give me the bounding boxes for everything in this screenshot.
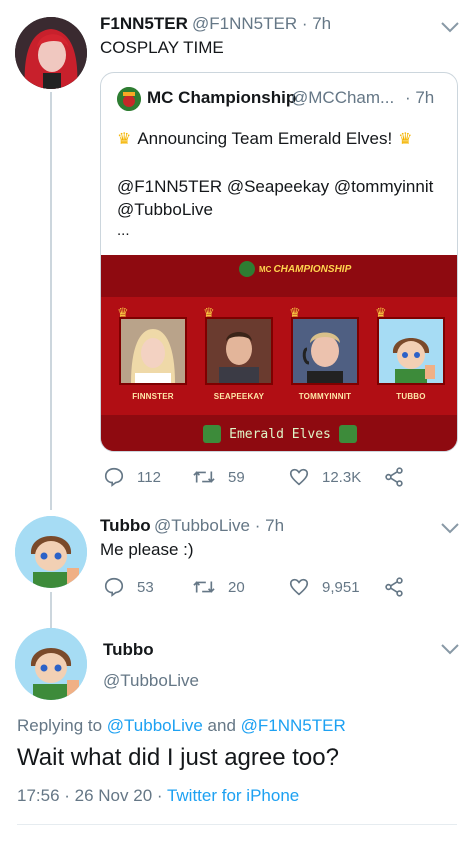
reply-icon — [104, 467, 124, 487]
tweet1-time[interactable]: · 7h — [302, 14, 331, 33]
player-photo-tubbo — [377, 317, 445, 385]
tweet3-timestamp[interactable]: 17:56 · 26 Nov 20 · — [17, 786, 163, 805]
chevron-down-icon[interactable] — [440, 521, 460, 535]
replying-and: and — [207, 716, 236, 735]
mcc-logo-small: MC — [259, 264, 272, 274]
team-name: Emerald Elves — [229, 426, 331, 442]
avatar-image — [15, 628, 87, 700]
tweet2-handle-text[interactable]: @TubboLive — [154, 516, 250, 535]
tweet2-author-name[interactable]: Tubbo — [100, 516, 151, 536]
player-label-seapeekay: SEAPEEKAY — [213, 392, 265, 401]
retweet-icon — [193, 581, 215, 593]
crown-icon: ♛ — [117, 131, 132, 148]
reply-mention-tubbolive[interactable]: @TubboLive — [107, 716, 203, 735]
player-label-finnster: FINNSTER — [132, 392, 174, 401]
mcc-banner-logo-icon — [239, 261, 255, 277]
tweet3-meta: 17:56 · 26 Nov 20 · Twitter for iPhone — [17, 786, 299, 806]
team-name-strip: Emerald Elves — [101, 415, 457, 451]
quote-line1-text: Announcing Team Emerald Elves! — [137, 129, 393, 148]
thread-line — [50, 592, 52, 628]
heart-icon — [289, 468, 309, 486]
retweet-count: 59 — [228, 468, 245, 486]
avatar-tubbo[interactable] — [15, 628, 87, 700]
retweet-button[interactable]: 59 — [192, 466, 245, 488]
reply-icon — [104, 577, 124, 597]
quote-avatar — [117, 87, 141, 111]
reply-count: 112 — [137, 468, 161, 486]
like-count: 12.3K — [322, 468, 362, 486]
elf-head-icon — [203, 425, 222, 443]
reply-mention-f1nn5ter[interactable]: @F1NN5TER — [241, 716, 346, 735]
like-button[interactable]: 9,951 — [288, 576, 360, 598]
share-icon[interactable] — [383, 466, 405, 488]
crown-icon: ♛ — [398, 131, 413, 148]
player-photo-finnster — [119, 317, 187, 385]
retweet-count: 20 — [228, 578, 245, 596]
tweet2-text: Me please :) — [100, 540, 194, 559]
share-icon[interactable] — [383, 576, 405, 598]
quote-line3: @TubboLive — [117, 200, 214, 219]
quote-handle-text: @MCCham... — [291, 88, 395, 107]
tweet1-handle-text[interactable]: @F1NN5TER — [192, 14, 297, 33]
mcc-logo-icon — [117, 87, 141, 111]
quote-ellipsis: ... — [117, 222, 130, 239]
divider — [17, 824, 457, 825]
quote-line2: @F1NN5TER @Seapeekay @tommyinnit — [117, 177, 434, 196]
tweet3-text: Wait what did I just agree too? — [17, 744, 339, 771]
elf-head-icon — [338, 425, 357, 443]
tweet3-source-link[interactable]: Twitter for iPhone — [167, 786, 299, 805]
player-label-tommyinnit: TOMMYINNIT — [298, 392, 352, 401]
tweet1-author-name[interactable]: F1NN5TER — [100, 14, 188, 34]
heart-icon — [289, 578, 309, 596]
player-photo-tommyinnit — [291, 317, 359, 385]
quote-author-name: MC Championship — [147, 88, 297, 107]
chevron-down-icon[interactable] — [440, 642, 460, 656]
replying-to: Replying to @TubboLive and @F1NN5TER — [17, 716, 346, 736]
tweet1-author-handle[interactable]: @F1NN5TER · 7h — [192, 14, 331, 34]
like-count: 9,951 — [322, 578, 360, 596]
reply-count: 53 — [137, 578, 154, 596]
quote-line1: ♛ Announcing Team Emerald Elves! ♛ — [117, 129, 413, 149]
quote-time: · 7h — [404, 88, 435, 107]
player-photo-seapeekay — [205, 317, 273, 385]
thread-line — [50, 92, 52, 510]
player-photo-image — [379, 319, 443, 383]
retweet-icon — [193, 471, 215, 483]
chevron-down-icon[interactable] — [440, 20, 460, 34]
retweet-button[interactable]: 20 — [192, 576, 245, 598]
tweet3-author-handle[interactable]: @TubboLive — [103, 671, 199, 691]
team-announcement-image[interactable]: MC CHAMPIONSHIP ♛ ♛ ♛ ♛ FINNSTER SEAPEEK… — [101, 255, 457, 451]
avatar-finnster[interactable] — [15, 17, 87, 89]
reply-button[interactable]: 53 — [103, 576, 154, 598]
quote-author-handle: @MCCham... · 7h — [291, 88, 434, 108]
player-photo-image — [121, 319, 185, 383]
player-photo-image — [207, 319, 271, 383]
like-button[interactable]: 12.3K — [288, 466, 361, 488]
reply-button[interactable]: 112 — [103, 466, 161, 488]
avatar-image — [15, 17, 87, 89]
tweet2-author-handle[interactable]: @TubboLive · 7h — [154, 516, 284, 536]
tweet1-text: COSPLAY TIME — [100, 38, 224, 57]
mcc-banner-logo: MC CHAMPIONSHIP — [239, 261, 351, 277]
mcc-logo-text: CHAMPIONSHIP — [273, 263, 352, 275]
avatar-tubbo[interactable] — [15, 516, 87, 588]
quoted-tweet-card[interactable]: MC Championship @MCCham... · 7h ♛ Announ… — [100, 72, 458, 452]
replying-prefix: Replying to — [17, 716, 103, 735]
player-photo-image — [293, 319, 357, 383]
tweet3-author-name[interactable]: Tubbo — [103, 640, 154, 660]
tweet2-time[interactable]: · 7h — [255, 516, 284, 535]
avatar-image — [15, 516, 87, 588]
player-label-tubbo: TUBBO — [396, 392, 426, 401]
